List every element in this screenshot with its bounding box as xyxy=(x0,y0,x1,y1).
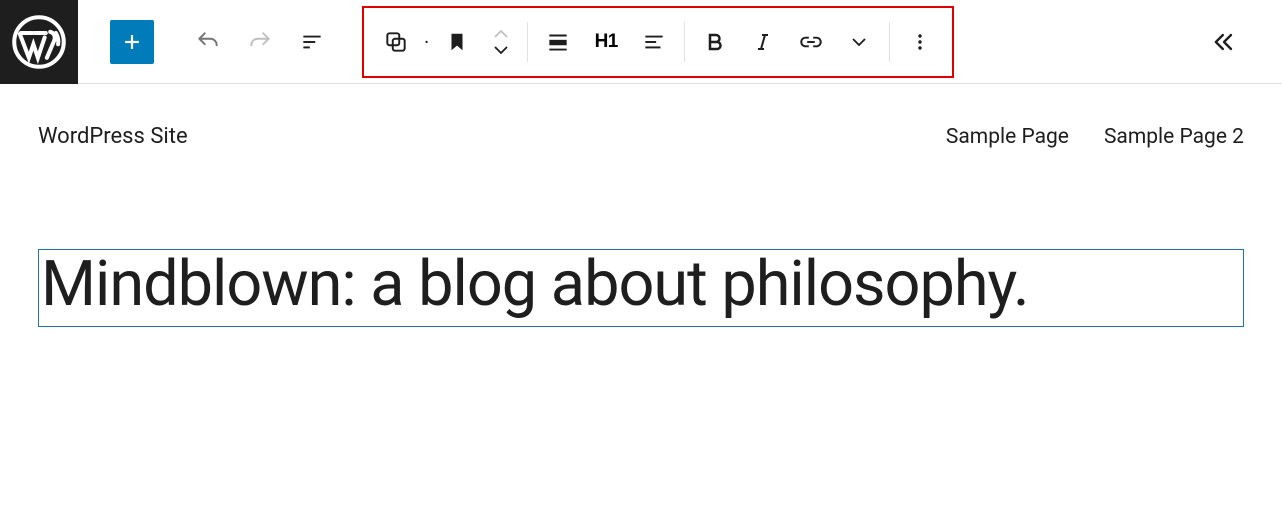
group-icon xyxy=(383,29,409,55)
link-button[interactable] xyxy=(787,18,835,66)
move-up-button[interactable] xyxy=(493,29,509,39)
toolbar-left-group xyxy=(78,0,334,83)
wordpress-logo[interactable] xyxy=(0,0,78,84)
text-align-button[interactable] xyxy=(630,18,678,66)
toolbar-separator xyxy=(684,22,685,62)
site-title[interactable]: WordPress Site xyxy=(38,124,188,149)
align-button[interactable] xyxy=(534,18,582,66)
wordpress-logo-icon xyxy=(12,15,66,69)
more-rich-text-button[interactable] xyxy=(835,18,883,66)
undo-button[interactable] xyxy=(186,20,230,64)
heading-level-button[interactable]: H1 xyxy=(582,18,630,66)
redo-icon xyxy=(247,29,273,55)
more-vertical-icon xyxy=(908,30,932,54)
italic-button[interactable] xyxy=(739,18,787,66)
link-icon xyxy=(798,29,824,55)
heading-level-label: H1 xyxy=(595,31,618,53)
open-sidebar-button[interactable] xyxy=(1202,20,1246,64)
toolbar-separator xyxy=(889,22,890,62)
block-type-button[interactable] xyxy=(433,18,481,66)
site-header: WordPress Site Sample Page Sample Page 2 xyxy=(38,124,1244,149)
chevrons-left-icon xyxy=(1210,28,1238,56)
toolbar-separator xyxy=(527,22,528,62)
separator-dot-icon: · xyxy=(420,30,433,54)
document-overview-button[interactable] xyxy=(290,20,334,64)
block-options-button[interactable] xyxy=(896,18,944,66)
editor-canvas: WordPress Site Sample Page Sample Page 2… xyxy=(0,84,1282,327)
chevron-down-icon xyxy=(847,30,871,54)
bold-button[interactable] xyxy=(691,18,739,66)
italic-icon xyxy=(751,30,775,54)
move-block-group xyxy=(481,29,521,55)
bookmark-icon xyxy=(446,31,468,53)
align-left-icon xyxy=(641,29,667,55)
add-block-button[interactable] xyxy=(110,20,154,64)
block-toolbar: · xyxy=(362,6,954,78)
nav-link[interactable]: Sample Page xyxy=(946,125,1069,149)
nav-link[interactable]: Sample Page 2 xyxy=(1104,125,1244,149)
chevron-down-icon xyxy=(493,45,509,55)
plus-icon xyxy=(120,30,144,54)
list-view-icon xyxy=(299,29,325,55)
align-wide-icon xyxy=(545,29,571,55)
move-down-button[interactable] xyxy=(493,45,509,55)
select-parent-button[interactable] xyxy=(372,18,420,66)
redo-button[interactable] xyxy=(238,20,282,64)
heading-block-selected[interactable]: Mindblown: a blog about philosophy. xyxy=(38,249,1244,327)
chevron-up-icon xyxy=(493,29,509,39)
bold-icon xyxy=(703,30,727,54)
toolbar-right-group xyxy=(1202,0,1282,83)
heading-text[interactable]: Mindblown: a blog about philosophy. xyxy=(41,252,1029,318)
editor-top-toolbar: · xyxy=(0,0,1282,84)
undo-icon xyxy=(195,29,221,55)
site-nav: Sample Page Sample Page 2 xyxy=(946,125,1244,149)
